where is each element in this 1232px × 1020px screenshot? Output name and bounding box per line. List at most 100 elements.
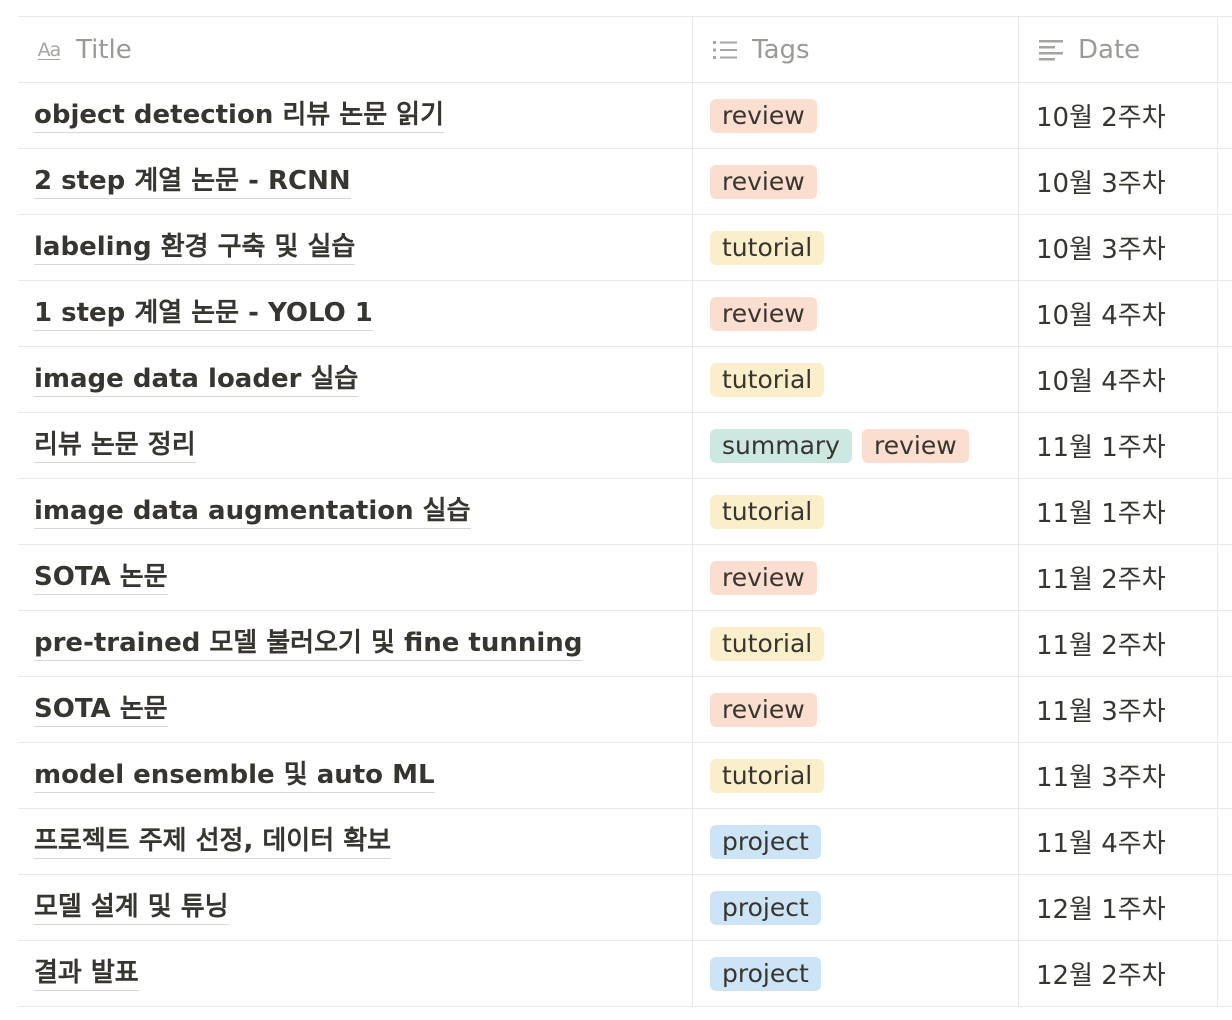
tag-review: review [710,98,817,133]
date-value: 10월 3주차 [1036,235,1166,265]
tags-cell[interactable]: tutorial [693,215,1019,280]
date-cell[interactable]: 10월 4주차 [1019,347,1218,412]
tag-review: review [710,296,817,331]
page-title-link[interactable]: image data augmentation 실습 [34,495,471,529]
date-cell[interactable]: 11월 2주차 [1019,545,1218,610]
title-cell[interactable]: pre-trained 모델 불러오기 및 fine tunning [18,611,693,676]
date-value: 11월 2주차 [1036,631,1166,661]
tags-cell[interactable]: review [693,149,1019,214]
title-cell[interactable]: 프로젝트 주제 선정, 데이터 확보 [18,809,693,874]
tags-cell[interactable]: summary review [693,413,1019,478]
extra-cell [1218,941,1232,1006]
title-cell[interactable]: SOTA 논문 [18,677,693,742]
date-cell[interactable]: 10월 3주차 [1019,215,1218,280]
tag-project: project [710,824,821,859]
tags-cell[interactable]: review [693,83,1019,148]
tags-cell[interactable]: project [693,941,1019,1006]
date-cell[interactable]: 11월 2주차 [1019,611,1218,676]
table-body: object detection 리뷰 논문 읽기 review 10월 2주차 2 … [18,83,1232,1007]
text-type-icon: Aa [37,38,62,61]
title-cell[interactable]: object detection 리뷰 논문 읽기 [18,83,693,148]
table-row[interactable]: 리뷰 논문 정리 summary review 11월 1주차 [18,413,1232,479]
date-cell[interactable]: 10월 3주차 [1019,149,1218,214]
table-row[interactable]: image data augmentation 실습 tutorial 11월 1주… [18,479,1232,545]
table-row[interactable]: 프로젝트 주제 선정, 데이터 확보 project 11월 4주차 [18,809,1232,875]
table-row[interactable]: image data loader 실습 tutorial 10월 4주차 [18,347,1232,413]
table-row[interactable]: SOTA 논문 review 11월 2주차 [18,545,1232,611]
table-row[interactable]: model ensemble 및 auto ML tutorial 11월 3주차 [18,743,1232,809]
date-cell[interactable]: 11월 3주차 [1019,677,1218,742]
table-row[interactable]: 결과 발표 project 12월 2주차 [18,941,1232,1007]
page-title-link[interactable]: pre-trained 모델 불러오기 및 fine tunning [34,627,583,661]
column-header-date[interactable]: Date [1019,17,1218,82]
page-title-link[interactable]: object detection 리뷰 논문 읽기 [34,99,445,133]
date-cell[interactable]: 11월 3주차 [1019,743,1218,808]
tag-summary: summary [710,428,852,463]
date-value: 10월 4주차 [1036,301,1166,331]
title-cell[interactable]: 1 step 계열 논문 - YOLO 1 [18,281,693,346]
tags-cell[interactable]: project [693,809,1019,874]
tags-cell[interactable]: tutorial [693,479,1019,544]
page-title-link[interactable]: 1 step 계열 논문 - YOLO 1 [34,297,373,331]
title-cell[interactable]: model ensemble 및 auto ML [18,743,693,808]
title-cell[interactable]: 모델 설계 및 튜닝 [18,875,693,940]
tags-cell[interactable]: project [693,875,1019,940]
tag-project: project [710,890,821,925]
page-title-link[interactable]: 리뷰 논문 정리 [34,429,196,463]
page-title-link[interactable]: SOTA 논문 [34,693,168,727]
column-header-tags[interactable]: Tags [693,17,1019,82]
list-icon [710,35,740,65]
page-title-link[interactable]: model ensemble 및 auto ML [34,759,435,793]
date-cell[interactable]: 12월 1주차 [1019,875,1218,940]
tags-cell[interactable]: review [693,545,1019,610]
table-header: Aa Title Tags Date [18,17,1232,83]
date-cell[interactable]: 11월 4주차 [1019,809,1218,874]
text-lines-icon [1036,35,1066,65]
tags-cell[interactable]: review [693,281,1019,346]
date-value: 11월 2주차 [1036,565,1166,595]
page-title-link[interactable]: 결과 발표 [34,957,139,991]
column-header-label: Tags [752,34,810,65]
date-cell[interactable]: 11월 1주차 [1019,413,1218,478]
date-cell[interactable]: 10월 2주차 [1019,83,1218,148]
title-cell[interactable]: 결과 발표 [18,941,693,1006]
date-cell[interactable]: 12월 2주차 [1019,941,1218,1006]
title-cell[interactable]: SOTA 논문 [18,545,693,610]
page-title-link[interactable]: 프로젝트 주제 선정, 데이터 확보 [34,825,392,859]
column-header-title[interactable]: Aa Title [18,17,693,82]
page-title-link[interactable]: image data loader 실습 [34,363,359,397]
tag-tutorial: tutorial [710,230,825,265]
table-row[interactable]: 모델 설계 및 튜닝 project 12월 1주차 [18,875,1232,941]
extra-cell [1218,347,1232,412]
extra-cell [1218,149,1232,214]
date-cell[interactable]: 10월 4주차 [1019,281,1218,346]
extra-cell [1218,281,1232,346]
title-cell[interactable]: 리뷰 논문 정리 [18,413,693,478]
tags-cell[interactable]: tutorial [693,611,1019,676]
page-title-link[interactable]: labeling 환경 구축 및 실습 [34,231,356,265]
page-title-link[interactable]: 2 step 계열 논문 - RCNN [34,165,351,199]
table-row[interactable]: pre-trained 모델 불러오기 및 fine tunning tutori… [18,611,1232,677]
table-row[interactable]: SOTA 논문 review 11월 3주차 [18,677,1232,743]
table-row[interactable]: 1 step 계열 논문 - YOLO 1 review 10월 4주차 [18,281,1232,347]
page-title-link[interactable]: SOTA 논문 [34,561,168,595]
table-row[interactable]: object detection 리뷰 논문 읽기 review 10월 2주차 [18,83,1232,149]
date-cell[interactable]: 11월 1주차 [1019,479,1218,544]
table-row[interactable]: 2 step 계열 논문 - RCNN review 10월 3주차 [18,149,1232,215]
title-cell[interactable]: image data loader 실습 [18,347,693,412]
column-header-label: Title [76,34,132,65]
tags-cell[interactable]: tutorial [693,743,1019,808]
date-value: 10월 2주차 [1036,103,1166,133]
tags-cell[interactable]: review [693,677,1019,742]
tags-cell[interactable]: tutorial [693,347,1019,412]
column-header-more [1218,17,1232,82]
title-cell[interactable]: labeling 환경 구축 및 실습 [18,215,693,280]
database-table: Aa Title Tags Date object detection 리뷰 논… [18,16,1232,1007]
title-cell[interactable]: 2 step 계열 논문 - RCNN [18,149,693,214]
page-title-link[interactable]: 모델 설계 및 튜닝 [34,891,229,925]
extra-cell [1218,83,1232,148]
table-row[interactable]: labeling 환경 구축 및 실습 tutorial 10월 3주차 [18,215,1232,281]
date-value: 11월 3주차 [1036,763,1166,793]
title-cell[interactable]: image data augmentation 실습 [18,479,693,544]
extra-cell [1218,611,1232,676]
